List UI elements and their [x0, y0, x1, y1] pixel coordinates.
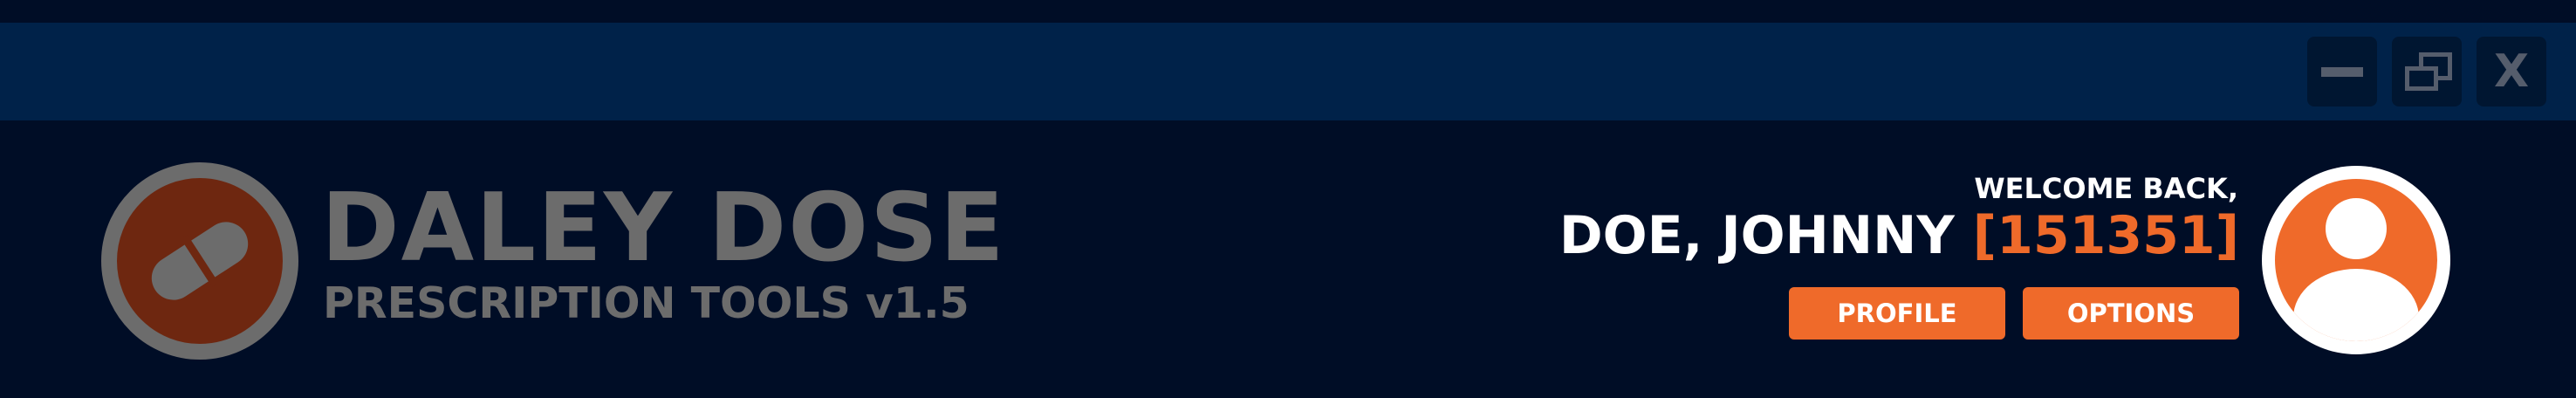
welcome-text: WELCOME BACK, — [1974, 172, 2238, 205]
user-id: [151351] — [1972, 205, 2239, 266]
restore-button[interactable] — [2392, 37, 2462, 106]
brand-subtitle: PRESCRIPTION TOOLS v1.5 — [323, 278, 969, 328]
user-avatar-icon[interactable] — [2258, 162, 2454, 358]
brand-title: DALEY DOSE — [321, 174, 1006, 283]
close-button[interactable]: X — [2477, 37, 2546, 106]
app-header: X DALEY DOSE PRESCRIPTION TOOLS v1.5 WEL… — [0, 0, 2576, 398]
user-name: DOE, JOHNNY — [1559, 205, 1955, 266]
minimize-icon — [2321, 66, 2363, 77]
options-button[interactable]: OPTIONS — [2023, 287, 2239, 340]
restore-icon — [2405, 52, 2452, 91]
close-icon: X — [2493, 45, 2530, 98]
profile-button[interactable]: PROFILE — [1789, 287, 2005, 340]
pill-icon — [101, 162, 298, 360]
top-strip — [0, 0, 2576, 23]
title-bar[interactable] — [0, 23, 2576, 120]
minimize-button[interactable] — [2307, 37, 2377, 106]
user-line: DOE, JOHNNY [151351] — [1559, 209, 2239, 262]
